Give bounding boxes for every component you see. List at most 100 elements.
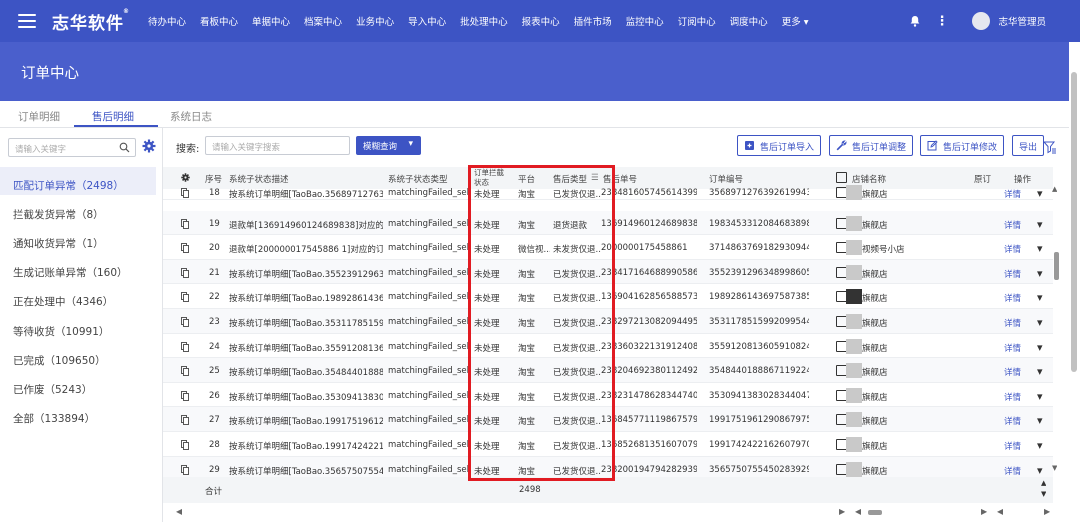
row-dropdown-icon[interactable]: ▾ (1037, 390, 1043, 403)
row-dropdown-icon[interactable]: ▾ (1037, 439, 1043, 452)
filter-icon[interactable] (1043, 140, 1057, 154)
col-orig[interactable]: 原订 (974, 173, 991, 185)
sidebar-category-item[interactable]: 已作废（5243） (0, 371, 156, 399)
col-sub-desc[interactable]: 系统子状态描述 (229, 173, 289, 185)
row-detail-link[interactable]: 详情 (1004, 219, 1021, 231)
nav-item[interactable]: 看板中心 (200, 14, 238, 28)
search-icon[interactable] (119, 142, 130, 153)
avatar[interactable] (972, 12, 991, 30)
row-dropdown-icon[interactable]: ▾ (1037, 316, 1043, 329)
after-sale-adjust-button[interactable]: 售后订单调整 (829, 135, 914, 156)
page-scroll-thumb[interactable] (1071, 72, 1077, 372)
sidebar-category-item[interactable]: 拦截发货异常（8） (0, 196, 156, 224)
copy-icon[interactable] (181, 341, 189, 352)
column-settings-gear-icon[interactable] (181, 173, 190, 182)
col-seq[interactable]: 序号 (205, 173, 222, 185)
sidebar-category-item[interactable]: 通知收货异常（1） (0, 225, 156, 253)
nav-item[interactable]: 待办中心 (148, 14, 186, 28)
more-vert-icon[interactable]: ⋮ (935, 14, 948, 29)
table-vertical-scroll-thumb[interactable] (1054, 252, 1059, 280)
nav-item[interactable]: 业务中心 (356, 14, 394, 28)
nav-item[interactable]: 导入中心 (408, 14, 446, 28)
nav-item[interactable]: 单据中心 (252, 14, 290, 28)
row-detail-link[interactable]: 详情 (1004, 292, 1021, 304)
row-detail-link[interactable]: 详情 (1004, 188, 1021, 200)
horizontal-scrollbar[interactable]: ◀ ▶ ◀ ▶ ◀ ▶ (163, 503, 1053, 522)
nav-item[interactable]: 监控中心 (626, 14, 664, 28)
row-dropdown-icon[interactable]: ▾ (1037, 218, 1043, 231)
keyword-search-input[interactable]: 请输入关键字搜索 (205, 136, 350, 155)
sidebar-category-item[interactable]: 匹配订单异常（2498） (0, 167, 156, 195)
copy-icon[interactable] (181, 390, 189, 401)
fuzzy-search-button[interactable]: 模糊查询 (356, 136, 421, 155)
row-dropdown-icon[interactable]: ▾ (1037, 341, 1043, 354)
nav-more-menu[interactable]: 更多 (782, 14, 809, 28)
after-sale-modify-button[interactable]: 售后订单修改 (920, 135, 1005, 156)
row-detail-link[interactable]: 详情 (1004, 243, 1021, 255)
tab-system-log[interactable]: 系统日志 (170, 109, 212, 124)
row-dropdown-icon[interactable]: ▾ (1037, 365, 1043, 378)
row-detail-link[interactable]: 详情 (1004, 440, 1021, 452)
col-op[interactable]: 操作 (1014, 173, 1031, 185)
horizontal-scroll-thumb[interactable] (868, 510, 882, 515)
tab-order-detail[interactable]: 订单明细 (18, 109, 60, 124)
nav-item[interactable]: 报表中心 (522, 14, 560, 28)
copy-icon[interactable] (181, 464, 189, 475)
scroll-right-icon[interactable]: ▶ (839, 507, 845, 516)
brand-logo[interactable]: 志华软件 ® (52, 8, 129, 34)
row-detail-link[interactable]: 详情 (1004, 342, 1021, 354)
copy-icon[interactable] (181, 267, 189, 278)
footer-scroll-down-icon[interactable]: ▼ (1041, 490, 1046, 498)
row-detail-link[interactable]: 详情 (1004, 366, 1021, 378)
row-dropdown-icon[interactable]: ▾ (1037, 267, 1043, 280)
row-dropdown-icon[interactable]: ▾ (1037, 464, 1043, 477)
table-scroll-up-icon[interactable]: ▲ (1052, 185, 1057, 193)
row-detail-link[interactable]: 详情 (1004, 465, 1021, 477)
nav-item[interactable]: 订阅中心 (678, 14, 716, 28)
user-name[interactable]: 志华管理员 (998, 14, 1046, 28)
sidebar-category-item[interactable]: 全部（133894） (0, 400, 156, 428)
bell-icon[interactable] (909, 15, 921, 27)
row-dropdown-icon[interactable]: ▾ (1037, 414, 1043, 427)
table-scroll-down-icon[interactable]: ▼ (1052, 464, 1057, 472)
sidebar-category-item[interactable]: 已完成（109650） (0, 342, 156, 370)
row-dropdown-icon[interactable]: ▾ (1037, 291, 1043, 304)
select-all-checkbox[interactable] (836, 172, 847, 183)
copy-icon[interactable] (181, 415, 189, 426)
tab-after-sale-detail[interactable]: 售后明细 (92, 109, 134, 124)
scroll-right-icon-2[interactable]: ▶ (981, 507, 987, 516)
row-detail-link[interactable]: 详情 (1004, 317, 1021, 329)
after-sale-import-button[interactable]: 售后订单导入 (737, 135, 822, 156)
copy-icon[interactable] (181, 218, 189, 229)
nav-item[interactable]: 档案中心 (304, 14, 342, 28)
footer-scroll-up-icon[interactable]: ▲ (1041, 479, 1046, 487)
nav-item[interactable]: 插件市场 (574, 14, 612, 28)
col-order-no[interactable]: 订单编号 (709, 173, 743, 185)
sidebar-category-item[interactable]: 正在处理中（4346） (0, 283, 156, 311)
sidebar-search-input[interactable]: 请输入关键字 (8, 138, 136, 157)
copy-icon[interactable] (181, 243, 189, 254)
copy-icon[interactable] (181, 292, 189, 303)
hamburger-menu-icon[interactable] (18, 14, 36, 28)
sidebar-category-item[interactable]: 生成记账单异常（160） (0, 254, 156, 282)
copy-icon[interactable] (181, 366, 189, 377)
scroll-left-icon-3[interactable]: ◀ (997, 507, 1003, 516)
row-detail-link[interactable]: 详情 (1004, 268, 1021, 280)
copy-icon[interactable] (181, 317, 189, 327)
col-shop[interactable]: 店铺名称 (852, 173, 886, 185)
export-button[interactable]: 导出 (1012, 135, 1045, 156)
row-dropdown-icon[interactable]: ▾ (1037, 187, 1043, 200)
scroll-left-icon[interactable]: ◀ (176, 507, 182, 516)
gear-icon[interactable] (142, 139, 156, 153)
row-dropdown-icon[interactable]: ▾ (1037, 242, 1043, 255)
scroll-right-icon-3[interactable]: ▶ (1044, 507, 1050, 516)
col-sub-type[interactable]: 系统子状态类型 (388, 173, 448, 185)
copy-icon[interactable] (181, 440, 189, 450)
copy-icon[interactable] (181, 188, 189, 198)
row-detail-link[interactable]: 详情 (1004, 391, 1021, 403)
sidebar-category-item[interactable]: 等待收货（10991） (0, 313, 156, 341)
nav-item[interactable]: 调度中心 (730, 14, 768, 28)
row-detail-link[interactable]: 详情 (1004, 415, 1021, 427)
scroll-left-icon-2[interactable]: ◀ (855, 507, 861, 516)
nav-item[interactable]: 批处理中心 (460, 14, 508, 28)
